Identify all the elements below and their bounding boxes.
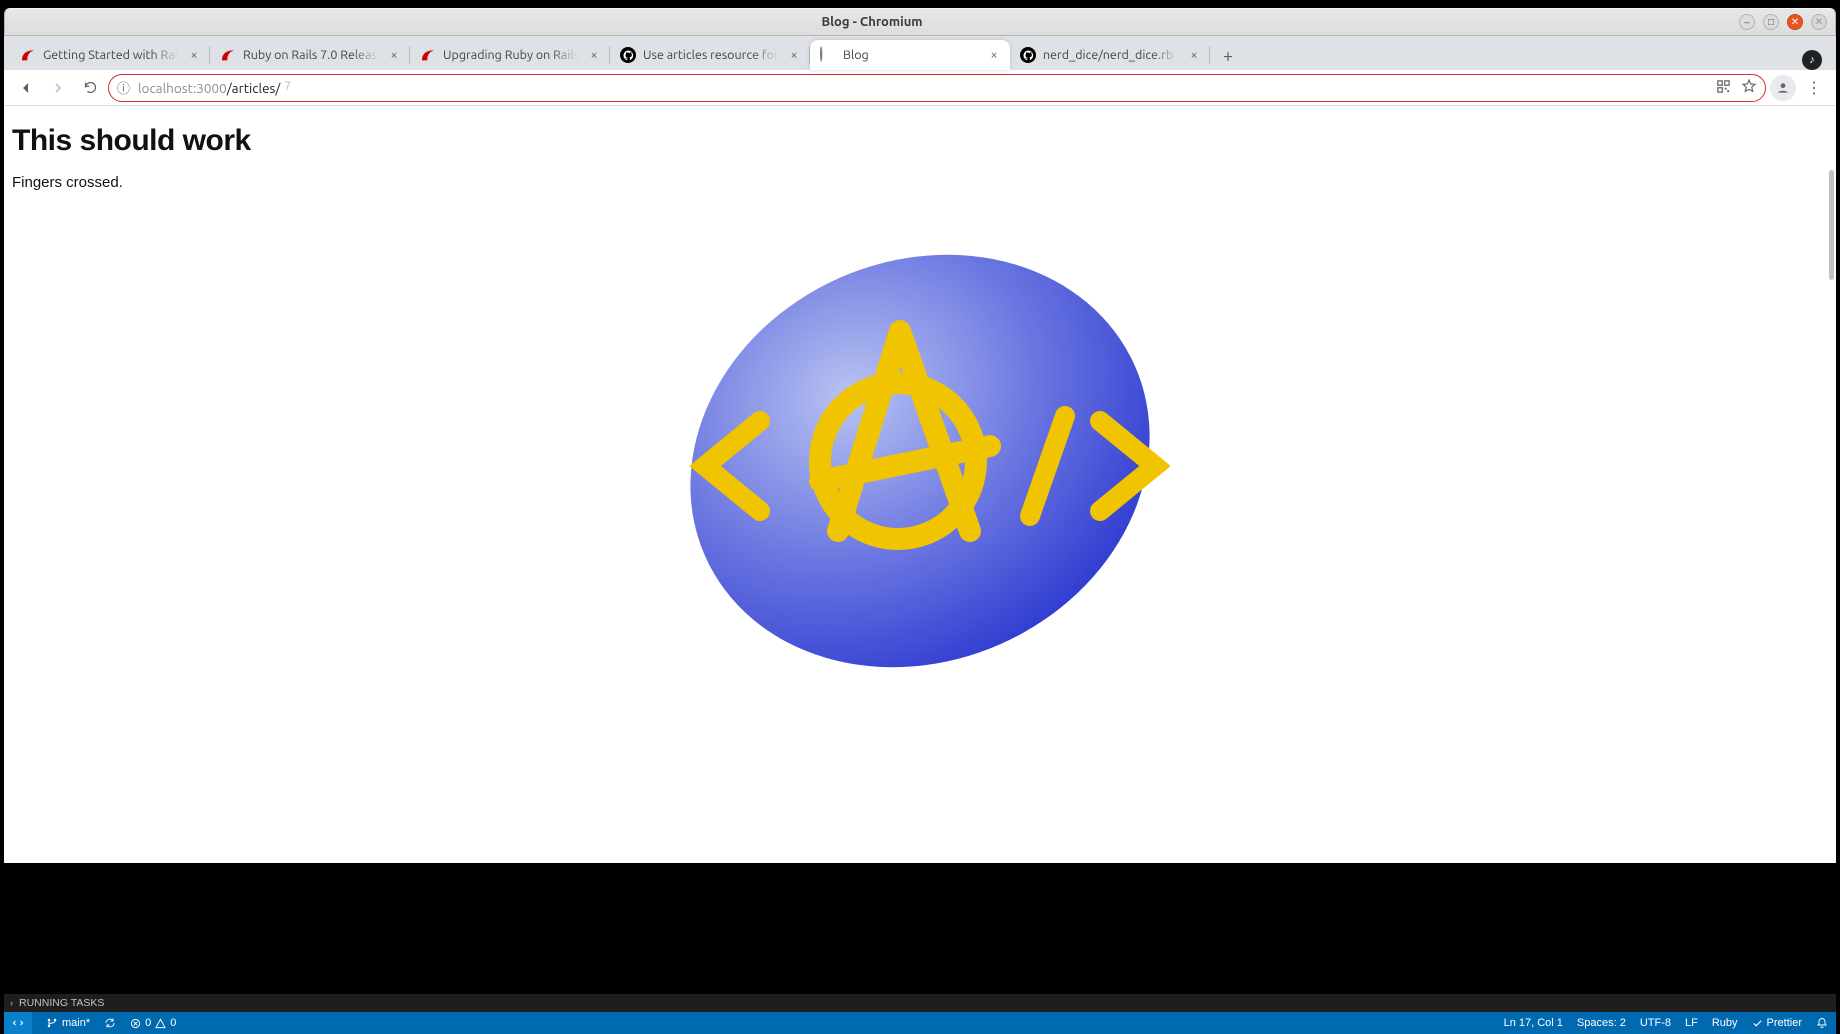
address-bar[interactable]: ⓘ localhost:3000/articles/7 (108, 74, 1766, 102)
window-title: Blog - Chromium (5, 15, 1739, 29)
notifications-icon[interactable] (1816, 1017, 1828, 1029)
back-button[interactable] (12, 74, 40, 102)
browser-chrome: Getting Started with Rails×Ruby on Rails… (4, 36, 1836, 863)
page-body-text: Fingers crossed. (12, 174, 1828, 191)
browser-tab[interactable]: Use articles resource for r × (610, 40, 810, 70)
tab-title: Ruby on Rails 7.0 Release (243, 48, 379, 62)
kebab-menu-button[interactable]: ⋮ (1800, 74, 1828, 102)
tab-title: Use articles resource for r (643, 48, 779, 62)
sync-button[interactable] (104, 1017, 116, 1029)
remote-indicator[interactable] (4, 1012, 32, 1034)
tab-close-button[interactable]: × (1186, 47, 1202, 63)
bookmark-star-icon[interactable] (1741, 78, 1757, 97)
panel-label: RUNNING TASKS (19, 997, 104, 1009)
qr-icon[interactable] (1716, 79, 1731, 97)
tab-close-button[interactable]: × (386, 47, 402, 63)
page-heading: This should work (12, 124, 1828, 158)
browser-toolbar: ⓘ localhost:3000/articles/7 ⋮ (4, 70, 1836, 106)
tab-close-button[interactable]: × (986, 47, 1002, 63)
tab-close-button[interactable]: × (186, 47, 202, 63)
language-mode[interactable]: Ruby (1712, 1017, 1738, 1029)
prettier-status[interactable]: Prettier (1752, 1017, 1802, 1029)
problems-indicator[interactable]: 0 0 (130, 1017, 176, 1029)
tab-close-button[interactable]: × (786, 47, 802, 63)
os-titlebar: Blog - Chromium – □ ✕ ✕ (4, 8, 1836, 36)
secondary-close-button[interactable]: ✕ (1811, 14, 1827, 30)
page-logo (12, 211, 1828, 716)
reload-button[interactable] (76, 74, 104, 102)
indentation[interactable]: Spaces: 2 (1577, 1017, 1626, 1029)
close-window-button[interactable]: ✕ (1787, 14, 1803, 30)
browser-tab[interactable]: nerd_dice/nerd_dice.rb at × (1010, 40, 1210, 70)
maximize-button[interactable]: □ (1763, 14, 1779, 30)
browser-tab[interactable]: Getting Started with Rails × (10, 40, 210, 70)
browser-tab[interactable]: Upgrading Ruby on Rails × (410, 40, 610, 70)
browser-tab[interactable]: Ruby on Rails 7.0 Release × (210, 40, 410, 70)
git-branch[interactable]: main* (46, 1017, 90, 1029)
vscode-status-bar: main* 0 0 Ln 17, Col 1 Spaces: 2 UTF-8 L… (4, 1012, 1836, 1034)
tab-title: Blog (843, 48, 979, 62)
page-viewport: This should work Fingers crossed. (4, 106, 1836, 863)
tab-strip: Getting Started with Rails×Ruby on Rails… (4, 36, 1836, 70)
profile-button[interactable] (1770, 75, 1796, 101)
browser-tab[interactable]: Blog × (810, 40, 1010, 70)
eol[interactable]: LF (1685, 1017, 1698, 1029)
tab-title: Upgrading Ruby on Rails (443, 48, 579, 62)
site-info-icon[interactable]: ⓘ (117, 78, 130, 97)
url-text: localhost:3000/articles/7 (138, 80, 1708, 96)
new-tab-button[interactable]: + (1214, 42, 1242, 70)
cursor-position[interactable]: Ln 17, Col 1 (1504, 1017, 1563, 1029)
tab-title: nerd_dice/nerd_dice.rb at (1043, 48, 1179, 62)
media-indicator-icon[interactable]: ♪ (1802, 50, 1822, 70)
minimize-button[interactable]: – (1739, 14, 1755, 30)
chevron-right-icon: › (10, 998, 13, 1008)
encoding[interactable]: UTF-8 (1640, 1017, 1671, 1029)
tab-close-button[interactable]: × (586, 47, 602, 63)
tab-title: Getting Started with Rails (43, 48, 179, 62)
forward-button[interactable] (44, 74, 72, 102)
scrollbar[interactable] (1829, 170, 1834, 280)
vscode-panel-header[interactable]: › RUNNING TASKS (4, 994, 1836, 1012)
